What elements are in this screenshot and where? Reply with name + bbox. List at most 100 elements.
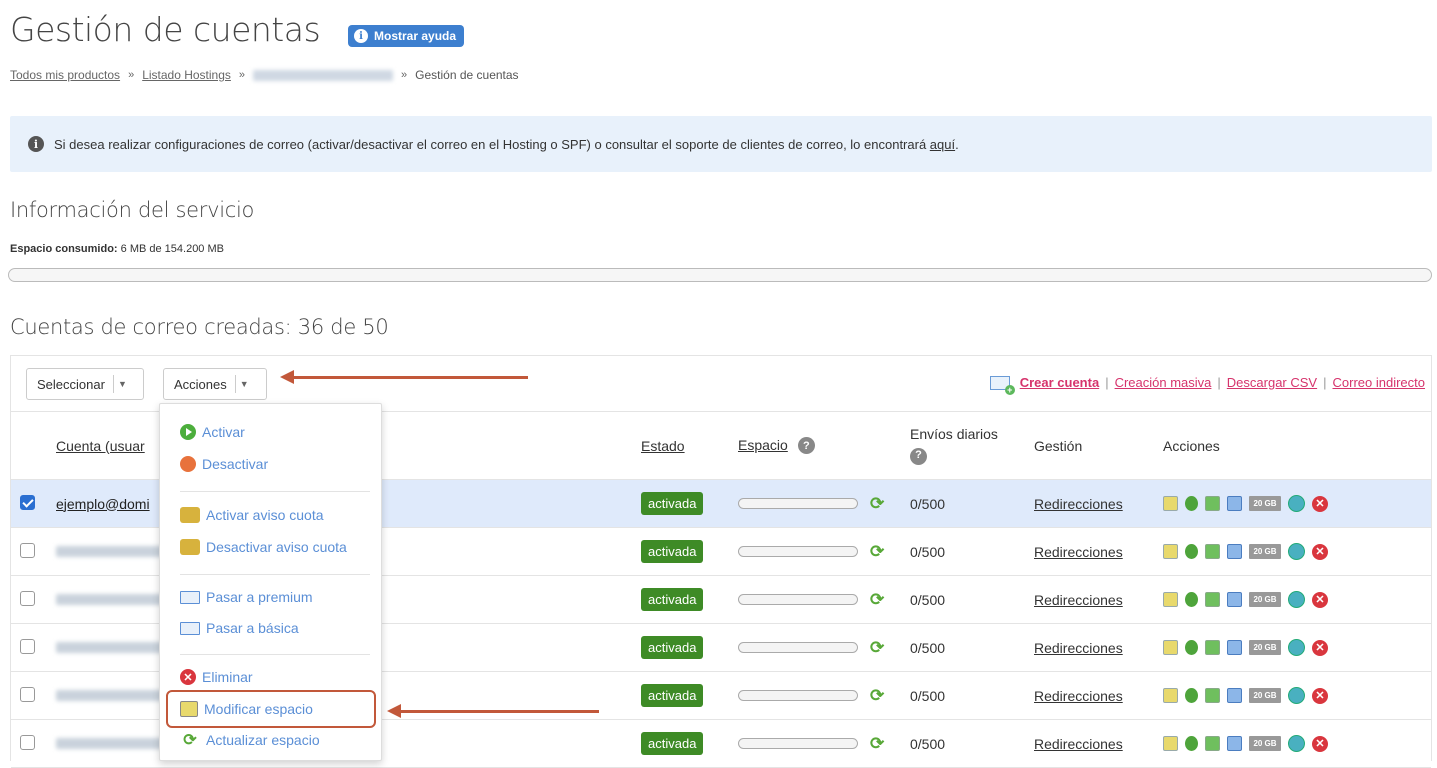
storage-size-badge[interactable]: 20 GB (1249, 736, 1281, 751)
header-status[interactable]: Estado (640, 412, 737, 480)
row-checkbox[interactable] (20, 639, 35, 654)
redirections-link[interactable]: Redirecciones (1034, 544, 1123, 560)
redirect-icon[interactable] (1185, 640, 1198, 655)
help-icon[interactable]: ? (910, 448, 927, 465)
row-checkbox[interactable] (20, 543, 35, 558)
space-cell: ⟳ (737, 480, 909, 528)
webmail-icon[interactable] (1288, 591, 1305, 608)
redirect-icon[interactable] (1185, 688, 1198, 703)
webmail-icon[interactable] (1288, 735, 1305, 752)
refresh-icon[interactable]: ⟳ (870, 686, 884, 706)
menu-item-delete[interactable]: ✕Eliminar (180, 669, 253, 685)
help-icon[interactable]: ? (798, 437, 815, 454)
swap-icon[interactable] (1205, 736, 1220, 751)
account-name-redacted[interactable] (56, 690, 166, 701)
refresh-icon[interactable]: ⟳ (870, 542, 884, 562)
menu-divider (180, 491, 370, 492)
row-checkbox[interactable] (20, 495, 35, 510)
storage-size-badge[interactable]: 20 GB (1249, 496, 1281, 511)
account-name-redacted[interactable] (56, 546, 166, 557)
redirections-link[interactable]: Redirecciones (1034, 592, 1123, 608)
delete-icon[interactable]: ✕ (1312, 544, 1328, 560)
edit-icon[interactable] (1163, 736, 1178, 751)
edit-icon[interactable] (1163, 640, 1178, 655)
mail-forward-icon[interactable] (1227, 544, 1242, 559)
refresh-icon: ⟳ (180, 732, 200, 748)
menu-item-deactivate[interactable]: Desactivar (180, 456, 268, 472)
mail-forward-icon[interactable] (1227, 592, 1242, 607)
swap-icon[interactable] (1205, 592, 1220, 607)
edit-icon[interactable] (1163, 688, 1178, 703)
delete-icon[interactable]: ✕ (1312, 688, 1328, 704)
storage-size-badge[interactable]: 20 GB (1249, 592, 1281, 607)
redirect-icon[interactable] (1185, 496, 1198, 511)
redirect-icon[interactable] (1185, 544, 1198, 559)
download-csv-link[interactable]: Descargar CSV (1227, 375, 1317, 390)
delete-icon[interactable]: ✕ (1312, 736, 1328, 752)
create-mail-icon (990, 376, 1010, 390)
header-space[interactable]: Espacio? (737, 412, 909, 480)
edit-icon[interactable] (1163, 544, 1178, 559)
swap-icon[interactable] (1205, 496, 1220, 511)
menu-item-activate[interactable]: Activar (180, 424, 245, 440)
webmail-icon[interactable] (1288, 687, 1305, 704)
storage-size-badge[interactable]: 20 GB (1249, 544, 1281, 559)
account-name-redacted[interactable] (56, 738, 166, 749)
row-checkbox[interactable] (20, 735, 35, 750)
refresh-icon[interactable]: ⟳ (870, 734, 884, 754)
redirections-link[interactable]: Redirecciones (1034, 736, 1123, 752)
refresh-icon[interactable]: ⟳ (870, 590, 884, 610)
storage-size-badge[interactable]: 20 GB (1249, 688, 1281, 703)
mail-forward-icon[interactable] (1227, 688, 1242, 703)
actions-dropdown[interactable]: Acciones ▼ (163, 368, 267, 400)
refresh-icon[interactable]: ⟳ (870, 638, 884, 658)
row-checkbox[interactable] (20, 687, 35, 702)
mail-forward-icon[interactable] (1227, 640, 1242, 655)
delete-icon[interactable]: ✕ (1312, 640, 1328, 656)
show-help-button[interactable]: i Mostrar ayuda (348, 25, 464, 47)
bulk-create-link[interactable]: Creación masiva (1115, 375, 1212, 390)
redirections-link[interactable]: Redirecciones (1034, 688, 1123, 704)
row-checkbox[interactable] (20, 591, 35, 606)
menu-item-update-space[interactable]: ⟳Actualizar espacio (180, 732, 320, 748)
webmail-icon[interactable] (1288, 495, 1305, 512)
breadcrumb-hosting-list[interactable]: Listado Hostings (142, 68, 231, 82)
col-space[interactable]: Espacio (738, 437, 788, 453)
edit-icon[interactable] (1163, 592, 1178, 607)
header-management: Gestión (1033, 412, 1162, 480)
notice-link[interactable]: aquí (930, 137, 955, 152)
menu-item-enable-quota-alert[interactable]: Activar aviso cuota (180, 507, 324, 523)
swap-icon[interactable] (1205, 688, 1220, 703)
col-status[interactable]: Estado (641, 438, 685, 454)
account-name-redacted[interactable] (56, 594, 166, 605)
col-account[interactable]: Cuenta (usuar (56, 438, 145, 454)
select-dropdown[interactable]: Seleccionar ▼ (26, 368, 144, 400)
redirect-icon[interactable] (1185, 736, 1198, 751)
redirect-icon[interactable] (1185, 592, 1198, 607)
menu-item-disable-quota-alert[interactable]: Desactivar aviso cuota (180, 539, 347, 555)
menu-item-basic[interactable]: Pasar a básica (180, 620, 299, 636)
mail-forward-icon[interactable] (1227, 496, 1242, 511)
account-name-redacted[interactable] (56, 642, 166, 653)
refresh-icon[interactable]: ⟳ (870, 494, 884, 514)
redirections-link[interactable]: Redirecciones (1034, 496, 1123, 512)
mail-forward-icon[interactable] (1227, 736, 1242, 751)
swap-icon[interactable] (1205, 640, 1220, 655)
breadcrumb-all-products[interactable]: Todos mis productos (10, 68, 120, 82)
indirect-mail-link[interactable]: Correo indirecto (1333, 375, 1426, 390)
edit-icon[interactable] (1163, 496, 1178, 511)
management-cell: Redirecciones (1033, 624, 1162, 672)
delete-icon[interactable]: ✕ (1312, 592, 1328, 608)
webmail-icon[interactable] (1288, 543, 1305, 560)
storage-size-badge[interactable]: 20 GB (1249, 640, 1281, 655)
create-account-link[interactable]: Crear cuenta (1020, 375, 1099, 390)
webmail-icon[interactable] (1288, 639, 1305, 656)
delete-icon[interactable]: ✕ (1312, 496, 1328, 512)
swap-icon[interactable] (1205, 544, 1220, 559)
mail-basic-icon (180, 622, 200, 635)
account-name[interactable]: ejemplo@domi (56, 496, 150, 512)
breadcrumb-sep: » (239, 69, 245, 81)
redirections-link[interactable]: Redirecciones (1034, 640, 1123, 656)
menu-item-premium[interactable]: Pasar a premium (180, 589, 313, 605)
breadcrumb-domain-redacted[interactable] (253, 70, 393, 81)
